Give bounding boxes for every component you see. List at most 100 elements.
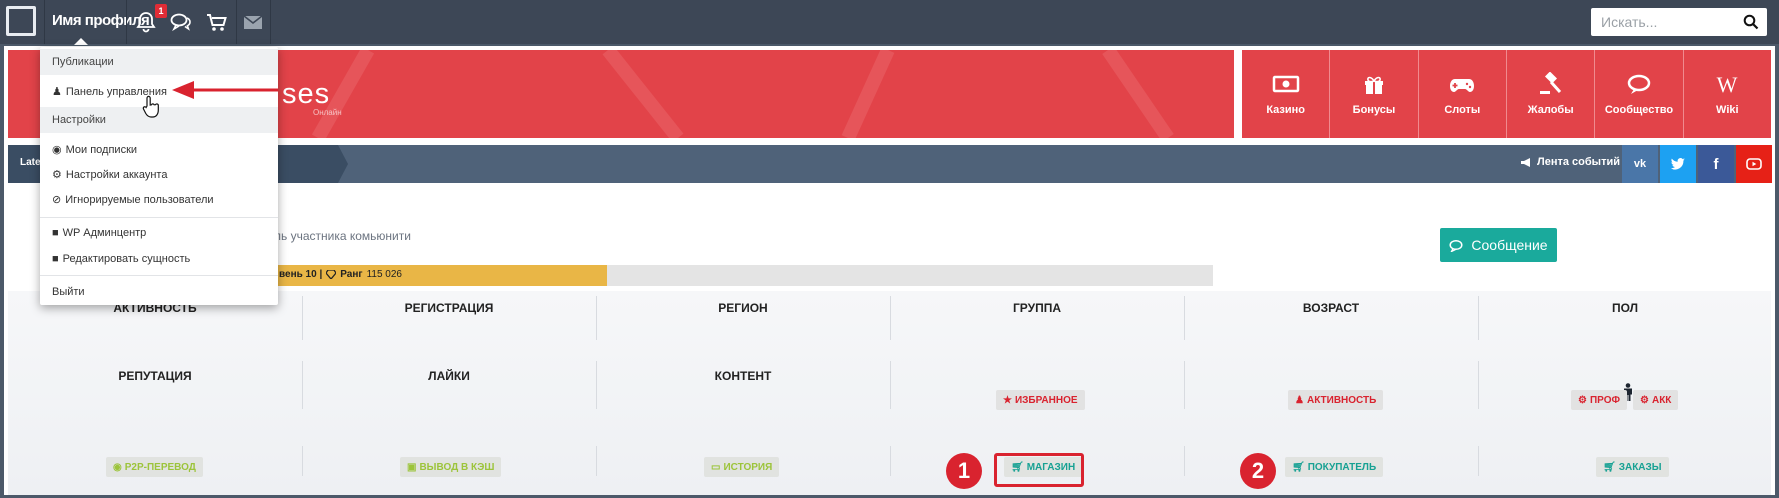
- breadcrumb-label: Late: [20, 157, 41, 168]
- tag-label: ИЗБРАННОЕ: [1014, 394, 1078, 406]
- profile-stats-grid: АКТИВНОСТЬ РЕГИСТРАЦИЯ РЕГИОН ГРУППА ВОЗ…: [8, 291, 1771, 495]
- chat-icon[interactable]: [168, 10, 194, 34]
- my-subscriptions-link[interactable]: ◉ Мои подписки: [52, 143, 138, 157]
- twitter-button[interactable]: [1660, 145, 1696, 183]
- notification-badge: 1: [155, 4, 167, 18]
- divider: [270, 0, 271, 44]
- profile-description: ль участника комьюнити: [274, 229, 411, 243]
- cash-out-tag[interactable]: ▣ ВЫВОД В КЭШ: [400, 457, 502, 477]
- ban-icon: ⊘: [52, 194, 62, 206]
- history-tag[interactable]: ▭ ИСТОРИЯ: [704, 457, 780, 477]
- gavel-icon: [1539, 72, 1561, 94]
- divider: [1184, 446, 1185, 476]
- tag-label: АКК: [1651, 394, 1672, 406]
- tag-label: P2P-ПЕРЕВОД: [124, 461, 196, 473]
- facebook-button[interactable]: f: [1698, 145, 1734, 183]
- tag-label: ИСТОРИЯ: [723, 461, 773, 473]
- highlight-box: [994, 453, 1084, 487]
- svg-text:W: W: [1717, 72, 1738, 96]
- menu-label: WP Админцентр: [62, 227, 147, 239]
- tile-casino[interactable]: Казино: [1242, 50, 1329, 138]
- wikipedia-icon: W: [1717, 72, 1738, 96]
- envelope-icon[interactable]: [240, 10, 266, 34]
- message-button[interactable]: Сообщение: [1440, 228, 1557, 262]
- buyer-tag[interactable]: 🛒︎ ПОКУПАТЕЛЬ: [1285, 457, 1384, 477]
- tile-wiki[interactable]: W Wiki: [1682, 50, 1771, 138]
- cart-icon: 🛒︎: [1603, 461, 1616, 473]
- bullhorn-icon: [1521, 157, 1530, 167]
- lock-icon: ■: [52, 253, 59, 265]
- site-logo-icon[interactable]: [6, 6, 36, 36]
- telegram-icon: ◉: [52, 144, 62, 156]
- tile-label: Жалобы: [1527, 104, 1574, 116]
- tile-community[interactable]: Сообщество: [1594, 50, 1682, 138]
- cogs-icon: ⚙: [52, 169, 62, 181]
- site-subtitle: Онлайн: [313, 108, 342, 117]
- cogs-icon: ⚙: [1640, 394, 1649, 406]
- logout-link[interactable]: Выйти: [52, 286, 85, 298]
- top-navbar: Имя профиля 1: [0, 0, 1779, 45]
- lock-icon: ■: [52, 227, 59, 239]
- level-progress-bar: вень 10 | Ранг 115 026: [235, 265, 1213, 286]
- youtube-icon: [1746, 158, 1762, 170]
- orders-tag[interactable]: 🛒︎ ЗАКАЗЫ: [1596, 457, 1669, 477]
- stat-region: РЕГИОН: [718, 301, 768, 315]
- p2p-transfer-tag[interactable]: ◉ P2P-ПЕРЕВОД: [106, 457, 203, 477]
- user-icon: ♟: [52, 86, 62, 98]
- comments-icon: [1627, 74, 1651, 94]
- activity-tag[interactable]: ♟ АКТИВНОСТЬ: [1288, 390, 1384, 410]
- menu-label: Настройки аккаунта: [65, 168, 168, 181]
- divider: [1478, 361, 1479, 409]
- money-icon: [1272, 75, 1299, 93]
- ignored-users-link[interactable]: ⊘ Игнорируемые пользователи: [52, 193, 214, 207]
- tag-label: ВЫВОД В КЭШ: [419, 461, 495, 473]
- search-input[interactable]: [1591, 8, 1731, 36]
- cart-icon[interactable]: [204, 10, 230, 34]
- edit-entity-link[interactable]: ■ Редактировать сущность: [52, 253, 190, 265]
- vk-button[interactable]: vk: [1622, 145, 1658, 183]
- stat-age: ВОЗРАСТ: [1302, 301, 1360, 315]
- message-button-label: Сообщение: [1471, 237, 1548, 253]
- menu-label: Игнорируемые пользователи: [65, 193, 214, 206]
- search-icon[interactable]: [1743, 14, 1759, 30]
- divider: [1478, 446, 1479, 476]
- stat-group: ГРУППА: [1012, 301, 1062, 315]
- tile-label: Бонусы: [1352, 104, 1396, 116]
- akk-tag[interactable]: ⚙ АКК: [1633, 390, 1679, 410]
- wp-admin-link[interactable]: ■ WP Админцентр: [52, 227, 146, 239]
- diamond-icon: [326, 270, 337, 279]
- tag-label: АКТИВНОСТЬ: [1306, 394, 1377, 406]
- stat-likes: ЛАЙКИ: [428, 369, 470, 383]
- tile-bonuses[interactable]: Бонусы: [1329, 50, 1417, 138]
- user-circle-icon: ◉: [113, 461, 122, 473]
- divider: [44, 0, 45, 44]
- rank-value: 115 026: [366, 269, 402, 280]
- tile-slots[interactable]: Слоты: [1417, 50, 1506, 138]
- menu-label: Мои подписки: [65, 143, 138, 156]
- gamepad-icon: [1450, 79, 1475, 92]
- tile-label: Сообщество: [1604, 104, 1674, 116]
- dropdown-caret-icon: [74, 38, 88, 45]
- divider: [40, 275, 278, 276]
- account-settings-link[interactable]: ⚙ Настройки аккаунта: [52, 168, 168, 182]
- stat-content: КОНТЕНТ: [714, 369, 772, 383]
- category-tiles: Казино Бонусы Слоты Жалобы Сообщество W …: [1242, 50, 1771, 138]
- prof-tag[interactable]: ⚙ ПРОФ: [1571, 390, 1628, 410]
- step-marker-2: 2: [1240, 453, 1276, 489]
- tag-label: ПОКУПАТЕЛЬ: [1307, 461, 1377, 473]
- activity-feed-link[interactable]: Лента событий: [1520, 156, 1620, 168]
- star-icon: ★: [1003, 394, 1012, 406]
- tile-complaints[interactable]: Жалобы: [1505, 50, 1594, 138]
- stat-gender: ПОЛ: [1611, 301, 1639, 315]
- divider: [1184, 361, 1185, 409]
- youtube-button[interactable]: [1736, 145, 1772, 183]
- user-icon: ♟: [1295, 394, 1304, 406]
- vk-icon: vk: [1633, 158, 1647, 170]
- tile-label: Слоты: [1444, 104, 1481, 116]
- divider: [890, 361, 891, 409]
- divider: [596, 446, 597, 476]
- level-rank-text: вень 10 | Ранг 115 026: [279, 269, 402, 280]
- stat-reputation: РЕПУТАЦИЯ: [118, 369, 192, 383]
- favorites-tag[interactable]: ★ ИЗБРАННОЕ: [996, 390, 1085, 410]
- comment-icon: [1449, 239, 1463, 252]
